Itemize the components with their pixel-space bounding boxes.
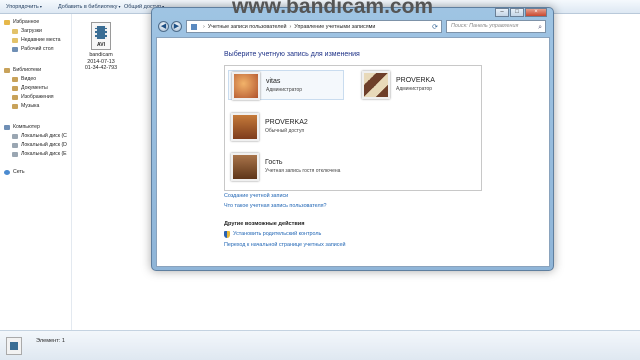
film-strip-icon	[95, 26, 107, 39]
nav-libraries-label: Библиотеки	[13, 67, 42, 73]
refresh-icon[interactable]: ⟳	[432, 23, 438, 31]
drive-icon	[12, 133, 18, 139]
minimize-button[interactable]: –	[495, 8, 509, 17]
search-input[interactable]: Поиск: Панель управления ⌕	[446, 20, 546, 33]
nav-libraries[interactable]: Библиотеки	[4, 66, 41, 74]
nav-favorites[interactable]: Избранное	[4, 18, 39, 26]
nav-network-label: Сеть	[13, 169, 25, 175]
account-type: Учетная запись гостя отключена	[265, 168, 341, 174]
shield-icon	[224, 231, 230, 238]
breadcrumb-separator: ›	[289, 23, 292, 30]
nav-documents-label: Документы	[21, 85, 48, 91]
video-file-icon	[6, 337, 22, 355]
goto-main-accounts-link[interactable]: Переход к начальной странице учетных зап…	[224, 242, 345, 248]
music-library-icon	[12, 103, 18, 109]
nav-disk-e[interactable]: Локальный диск (E	[12, 150, 67, 158]
nav-desktop[interactable]: Рабочий стол	[12, 45, 54, 53]
status-bar: Элемент: 1	[0, 330, 640, 360]
nav-network[interactable]: Сеть	[4, 168, 25, 176]
navigation-pane: Избранное Загрузки Недавние места Рабочи…	[0, 14, 72, 330]
account-tile-vitas[interactable]: vitas Администратор	[228, 70, 344, 100]
create-account-link[interactable]: Создание учетной записи	[224, 193, 288, 199]
caption-buttons: – □ ×	[494, 8, 547, 17]
nav-downloads[interactable]: Загрузки	[12, 27, 42, 35]
nav-pictures[interactable]: Изображения	[12, 93, 54, 101]
maximize-button[interactable]: □	[510, 8, 524, 17]
nav-pictures-label: Изображения	[21, 94, 54, 100]
user-avatar	[232, 72, 260, 100]
account-name: PROVERKA2	[265, 119, 308, 126]
nav-disk-d-label: Локальный диск (D	[21, 142, 67, 148]
breadcrumb-separator: ›	[203, 23, 205, 30]
nav-computer[interactable]: Компьютер	[4, 123, 40, 131]
file-name-line3: 01-34-42-793	[84, 65, 118, 71]
library-icon	[4, 67, 10, 73]
control-panel-content: Выберите учетную запись для изменения vi…	[156, 37, 550, 267]
nav-disk-d[interactable]: Локальный диск (D	[12, 141, 67, 149]
organize-menu[interactable]: Упорядочить	[6, 4, 42, 10]
back-button[interactable]: ◀	[158, 21, 169, 32]
video-library-icon	[12, 76, 18, 82]
drive-icon	[12, 142, 18, 148]
nav-disk-c-label: Локальный диск (C	[21, 133, 67, 139]
accounts-list: vitas Администратор PROVERKA Администрат…	[224, 65, 482, 191]
documents-library-icon	[12, 85, 18, 91]
page-title: Выберите учетную запись для изменения	[224, 51, 360, 58]
file-item-bandicam[interactable]: AVI bandicam 2014-07-13 01-34-42-793	[80, 22, 122, 72]
account-type: Администратор	[396, 86, 433, 92]
pictures-library-icon	[12, 94, 18, 100]
account-type: Администратор	[266, 87, 303, 93]
recent-places-icon	[12, 37, 18, 43]
nav-disk-e-label: Локальный диск (E	[21, 151, 67, 157]
nav-desktop-label: Рабочий стол	[21, 46, 54, 52]
account-tile-proverka2[interactable]: PROVERKA2 Обычный доступ	[228, 112, 344, 142]
control-panel-icon	[191, 23, 197, 30]
nav-documents[interactable]: Документы	[12, 84, 48, 92]
nav-music-label: Музыка	[21, 103, 40, 109]
nav-downloads-label: Загрузки	[21, 28, 42, 34]
nav-favorites-label: Избранное	[13, 19, 40, 25]
account-name: PROVERKA	[396, 77, 435, 84]
what-is-account-link[interactable]: Что такое учетная запись пользователя?	[224, 203, 327, 209]
account-type: Обычный доступ	[265, 128, 305, 134]
nav-recent-label: Недавние места	[21, 37, 61, 43]
drive-icon	[12, 151, 18, 157]
user-avatar	[362, 71, 390, 99]
account-tile-proverka[interactable]: PROVERKA Администратор	[359, 70, 475, 100]
account-name: Гость	[265, 159, 283, 166]
bandicam-watermark: www.bandicam.com	[232, 0, 434, 18]
address-row: ◀ ▶ › Учетные записи пользователей › Упр…	[156, 20, 549, 34]
parental-control-link[interactable]: Установить родительский контроль	[233, 231, 321, 237]
video-file-icon: AVI	[91, 22, 111, 50]
user-avatar	[231, 153, 259, 181]
search-icon[interactable]: ⌕	[538, 22, 542, 33]
search-placeholder: Поиск: Панель управления	[451, 23, 519, 29]
account-name: vitas	[266, 78, 281, 85]
nav-recent[interactable]: Недавние места	[12, 36, 61, 44]
status-item-count: Элемент: 1	[36, 338, 66, 344]
nav-videos[interactable]: Видео	[12, 75, 36, 83]
star-icon	[4, 19, 10, 25]
breadcrumb-user-accounts[interactable]: Учетные записи пользователей	[208, 24, 287, 30]
add-to-library-menu[interactable]: Добавить в библиотеку	[58, 4, 121, 10]
nav-computer-label: Компьютер	[13, 124, 40, 130]
nav-music[interactable]: Музыка	[12, 102, 39, 110]
desktop-icon	[12, 46, 18, 52]
other-actions-title: Другие возможные действия	[224, 221, 305, 227]
folder-icon	[12, 28, 18, 34]
nav-videos-label: Видео	[21, 76, 37, 82]
control-panel-window: – □ × ◀ ▶ › Учетные записи пользователей…	[151, 7, 554, 271]
breadcrumb-manage-accounts[interactable]: Управление учетными записями	[294, 24, 375, 30]
address-bar[interactable]: › Учетные записи пользователей › Управле…	[186, 20, 442, 33]
user-avatar	[231, 113, 259, 141]
close-button[interactable]: ×	[525, 8, 547, 17]
nav-disk-c[interactable]: Локальный диск (C	[12, 132, 67, 140]
computer-icon	[4, 124, 10, 130]
network-icon	[4, 169, 10, 175]
account-tile-guest[interactable]: Гость Учетная запись гостя отключена	[228, 152, 344, 182]
forward-button[interactable]: ▶	[171, 21, 182, 32]
file-extension-label: AVI	[97, 42, 105, 48]
